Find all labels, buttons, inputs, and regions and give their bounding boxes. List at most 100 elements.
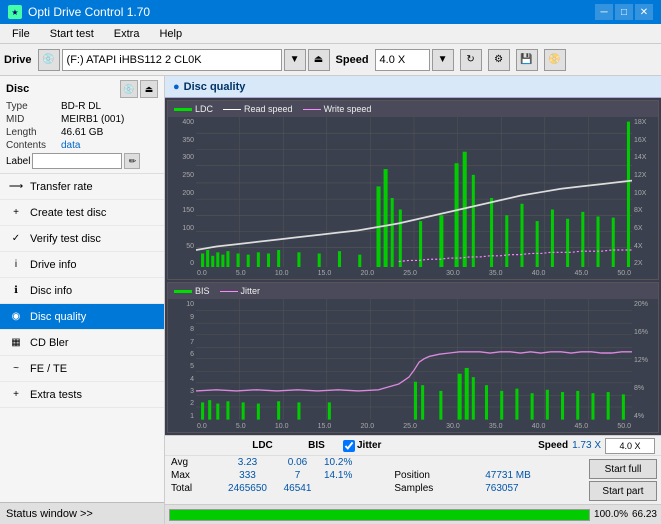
disc-quality-title-text: Disc quality bbox=[184, 81, 246, 93]
position-label: Position bbox=[390, 469, 481, 482]
ldc-legend-color bbox=[174, 108, 192, 111]
menu-start-test[interactable]: Start test bbox=[42, 26, 102, 42]
menu-file[interactable]: File bbox=[4, 26, 38, 42]
drive-icon: 💿 bbox=[38, 49, 60, 71]
speed-label-stats: Speed bbox=[538, 440, 568, 451]
label-input[interactable] bbox=[32, 153, 122, 169]
close-button[interactable]: ✕ bbox=[635, 4, 653, 20]
app-icon: ★ bbox=[8, 5, 22, 19]
chart2-legend: BIS Jitter bbox=[168, 283, 658, 299]
menu-bar: File Start test Extra Help bbox=[0, 24, 661, 44]
avg-label: Avg bbox=[165, 456, 220, 469]
progress-bar-container: 100.0% 66.23 bbox=[165, 504, 661, 524]
save-button[interactable]: 💾 bbox=[516, 49, 538, 71]
chart2-y-left: 10987654321 bbox=[168, 299, 196, 432]
maximize-button[interactable]: □ bbox=[615, 4, 633, 20]
disc-quality-icon: ◉ bbox=[8, 309, 24, 325]
type-label: Type bbox=[6, 101, 61, 112]
sidebar-item-disc-quality[interactable]: ◉ Disc quality bbox=[0, 304, 164, 330]
chart1-svg bbox=[196, 117, 632, 267]
settings-button[interactable]: ⚙ bbox=[488, 49, 510, 71]
sidebar-item-drive-info-label: Drive info bbox=[30, 259, 76, 271]
jitter-legend-color bbox=[220, 291, 238, 292]
stats-total-row: Total 2465650 46541 Samples 763057 bbox=[165, 482, 585, 495]
sidebar: Disc 💿 ⏏ Type BD-R DL MID MEIRB1 (001) L… bbox=[0, 76, 165, 524]
chart2-canvas bbox=[196, 299, 632, 420]
col-bis-header: BIS bbox=[294, 440, 339, 451]
sidebar-item-cd-bler[interactable]: ▦ CD Bler bbox=[0, 330, 164, 356]
verify-test-disc-icon: ✓ bbox=[8, 231, 24, 247]
sidebar-item-fe-te-label: FE / TE bbox=[30, 363, 67, 375]
write-speed-legend-label: Write speed bbox=[324, 104, 372, 114]
stats-buttons: Start full Start part bbox=[585, 456, 661, 504]
max-bis: 7 bbox=[275, 469, 320, 482]
sidebar-item-create-test-disc-label: Create test disc bbox=[30, 207, 106, 219]
extra-tests-icon: + bbox=[8, 387, 24, 403]
progress-percent: 100.0% bbox=[594, 509, 628, 520]
max-label: Max bbox=[165, 469, 220, 482]
sidebar-item-drive-info[interactable]: i Drive info bbox=[0, 252, 164, 278]
progress-bar-inner bbox=[170, 510, 589, 520]
contents-value: data bbox=[61, 140, 80, 151]
chart1-y-left: 400350300250200150100500 bbox=[168, 117, 196, 279]
refresh-button[interactable]: ↻ bbox=[460, 49, 482, 71]
progress-bar-outer bbox=[169, 509, 590, 521]
disc-icon[interactable]: 💿 bbox=[120, 80, 138, 98]
minimize-button[interactable]: ─ bbox=[595, 4, 613, 20]
speed-select-stats[interactable]: 4.0 X bbox=[605, 438, 655, 454]
drive-toolbar: Drive 💿 (F:) ATAPI iHBS112 2 CL0K ▼ ⏏ Sp… bbox=[0, 44, 661, 76]
sidebar-item-create-test-disc[interactable]: + Create test disc bbox=[0, 200, 164, 226]
speed-dropdown-btn[interactable]: ▼ bbox=[432, 49, 454, 71]
sidebar-item-verify-test-disc[interactable]: ✓ Verify test disc bbox=[0, 226, 164, 252]
disc-info-icon: ℹ bbox=[8, 283, 24, 299]
app-title: Opti Drive Control 1.70 bbox=[28, 5, 150, 19]
chart2-svg bbox=[196, 299, 632, 420]
bis-legend-color bbox=[174, 290, 192, 293]
stats-header-row: LDC BIS Jitter Speed 1.73 X 4.0 X bbox=[165, 436, 661, 456]
jitter-legend-label: Jitter bbox=[241, 286, 261, 296]
label-edit-btn[interactable]: ✏ bbox=[124, 153, 140, 169]
eject-button[interactable]: ⏏ bbox=[308, 49, 330, 71]
read-speed-legend-label: Read speed bbox=[244, 104, 293, 114]
speed-value-stats: 1.73 X bbox=[572, 440, 601, 451]
disc-info-panel: Disc 💿 ⏏ Type BD-R DL MID MEIRB1 (001) L… bbox=[0, 76, 164, 174]
speed-select[interactable]: 4.0 X bbox=[375, 49, 430, 71]
total-bis: 46541 bbox=[275, 482, 320, 495]
chart1-inner: 400350300250200150100500 bbox=[168, 117, 658, 279]
avg-ldc: 3.23 bbox=[220, 456, 275, 469]
position-value: 47731 MB bbox=[481, 469, 585, 482]
start-part-button[interactable]: Start part bbox=[589, 481, 657, 501]
sidebar-item-cd-bler-label: CD Bler bbox=[30, 337, 69, 349]
chart1-legend: LDC Read speed Write speed bbox=[168, 101, 658, 117]
chart2-y-right: 20%16%12%8%4% bbox=[632, 299, 658, 432]
sidebar-item-extra-tests[interactable]: + Extra tests bbox=[0, 382, 164, 408]
avg-bis: 0.06 bbox=[275, 456, 320, 469]
charts-container: LDC Read speed Write speed 4003503 bbox=[165, 98, 661, 435]
status-window-label: Status window >> bbox=[6, 508, 93, 520]
chart1-canvas bbox=[196, 117, 632, 267]
menu-extra[interactable]: Extra bbox=[106, 26, 148, 42]
disc-quality-title-icon: ● bbox=[173, 81, 180, 93]
total-label: Total bbox=[165, 482, 220, 495]
menu-help[interactable]: Help bbox=[151, 26, 190, 42]
disc-button[interactable]: 📀 bbox=[544, 49, 566, 71]
chart2-panel: BIS Jitter 10987654321 bbox=[167, 282, 659, 433]
disc-eject-btn[interactable]: ⏏ bbox=[140, 80, 158, 98]
chart1-plot-area: 0.05.010.015.020.025.030.035.040.045.050… bbox=[196, 117, 632, 279]
status-window-button[interactable]: Status window >> bbox=[0, 502, 164, 524]
start-full-button[interactable]: Start full bbox=[589, 459, 657, 479]
sidebar-item-verify-test-disc-label: Verify test disc bbox=[30, 233, 101, 245]
jitter-checkbox[interactable] bbox=[343, 440, 355, 452]
sidebar-item-fe-te[interactable]: ~ FE / TE bbox=[0, 356, 164, 382]
contents-label: Contents bbox=[6, 140, 61, 151]
col-jitter-header: Jitter bbox=[357, 440, 381, 451]
drive-dropdown-btn[interactable]: ▼ bbox=[284, 49, 306, 71]
ldc-legend-label: LDC bbox=[195, 104, 213, 114]
drive-select[interactable]: (F:) ATAPI iHBS112 2 CL0K bbox=[62, 49, 282, 71]
chart2-plot-area: 0.05.010.015.020.025.030.035.040.045.050… bbox=[196, 299, 632, 432]
max-ldc: 333 bbox=[220, 469, 275, 482]
sidebar-item-transfer-rate[interactable]: ⟶ Transfer rate bbox=[0, 174, 164, 200]
col-ldc-header: LDC bbox=[235, 440, 290, 451]
sidebar-item-disc-info[interactable]: ℹ Disc info bbox=[0, 278, 164, 304]
sidebar-item-disc-info-label: Disc info bbox=[30, 285, 72, 297]
